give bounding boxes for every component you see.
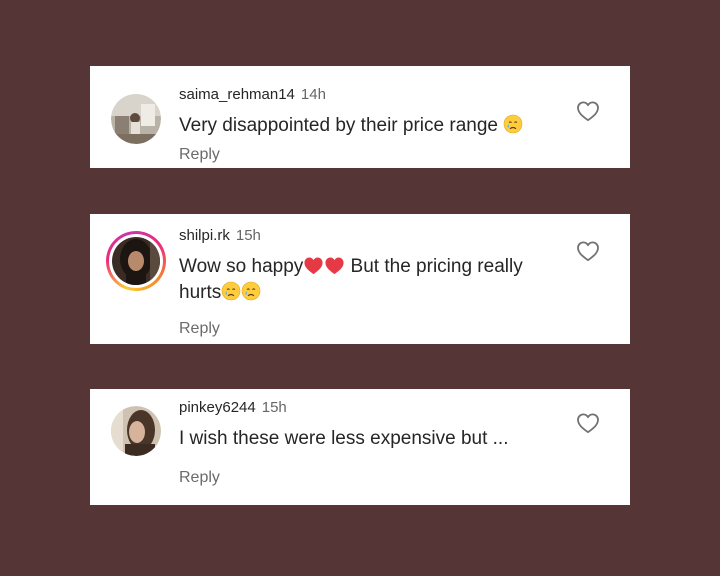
comment-header: pinkey6244 15h xyxy=(179,399,287,416)
username[interactable]: saima_rehman14 xyxy=(179,86,295,103)
comment-header: shilpi.rk 15h xyxy=(179,227,261,244)
timestamp: 14h xyxy=(300,86,326,103)
comment-text: Very disappointed by their price range xyxy=(179,114,559,140)
crying-face-icon xyxy=(503,114,523,140)
avatar[interactable] xyxy=(111,406,161,456)
avatar xyxy=(109,234,163,288)
avatar-story-ring[interactable] xyxy=(106,231,166,291)
timestamp: 15h xyxy=(261,399,287,416)
comment-card: saima_rehman14 14h Very disappointed by t… xyxy=(90,66,630,168)
crying-face-icon xyxy=(221,281,241,307)
timestamp: 15h xyxy=(235,227,261,244)
comment-text-part1: Wow so happy xyxy=(179,256,304,277)
crying-face-icon xyxy=(241,281,261,307)
avatar[interactable] xyxy=(111,94,161,144)
avatar-image xyxy=(111,406,161,456)
heart-outline-icon[interactable] xyxy=(576,412,600,434)
comment-text: I wish these were less expensive but ... xyxy=(179,427,559,450)
red-heart-icon xyxy=(303,256,324,281)
username[interactable]: shilpi.rk xyxy=(179,227,230,244)
reply-button[interactable]: Reply xyxy=(179,320,220,338)
comment-card: shilpi.rk 15h Wow so happy But the pricin… xyxy=(90,214,630,344)
comment-header: saima_rehman14 14h xyxy=(179,86,326,103)
heart-outline-icon[interactable] xyxy=(576,100,600,122)
avatar-image xyxy=(111,94,161,144)
comment-card: pinkey6244 15h I wish these were less exp… xyxy=(90,389,630,505)
comment-text: Wow so happy But the pricing really hurt… xyxy=(179,255,559,307)
heart-outline-icon[interactable] xyxy=(576,240,600,262)
avatar-image xyxy=(112,237,160,285)
comment-text-content: I wish these were less expensive but ... xyxy=(179,428,509,449)
reply-button[interactable]: Reply xyxy=(179,146,220,164)
reply-button[interactable]: Reply xyxy=(179,469,220,487)
username[interactable]: pinkey6244 xyxy=(179,399,256,416)
comment-text-content: Very disappointed by their price range xyxy=(179,115,498,136)
red-heart-icon xyxy=(324,256,345,281)
